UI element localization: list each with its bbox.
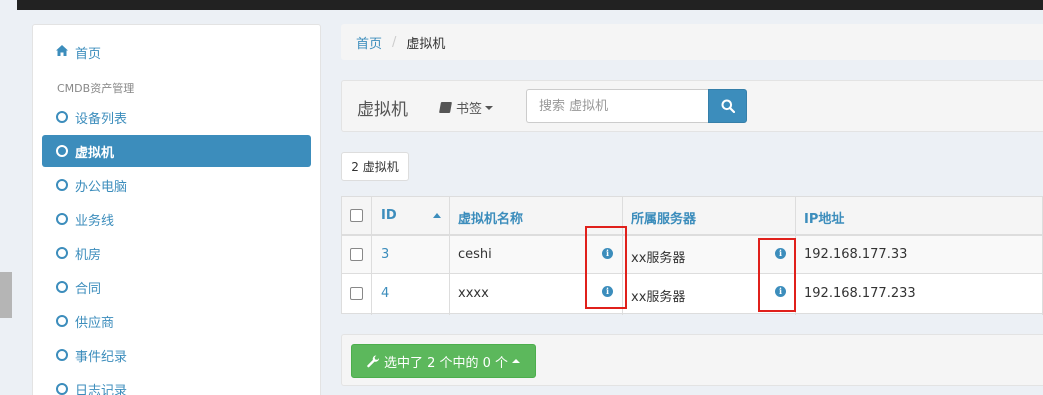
sidebar: 首页 CMDB资产管理 设备列表 虚拟机 办公电脑 业务线 机房 合同 供应商 … [32, 24, 321, 395]
wrench-icon [367, 354, 379, 367]
circle-icon [56, 145, 68, 157]
caret-up-icon [512, 359, 521, 363]
sidebar-item-label: 业务线 [75, 213, 115, 229]
sidebar-item-label: 事件纪录 [75, 349, 128, 365]
circle-icon [56, 315, 68, 327]
circle-icon [56, 179, 68, 191]
search-button[interactable] [708, 89, 747, 123]
home-icon [56, 45, 68, 59]
sidebar-item-label: 合同 [75, 281, 102, 297]
row-server: xx服务器 [631, 251, 686, 266]
table-header: ID 虚拟机名称 所属服务器 IP地址 [342, 197, 1043, 236]
row-name: xxxx [458, 286, 489, 301]
sidebar-item-office-pc[interactable]: 办公电脑 [42, 169, 311, 201]
bulk-action-button[interactable]: 选中了 2 个中的 0 个 [351, 344, 536, 378]
column-header-name[interactable]: 虚拟机名称 [458, 208, 523, 227]
sidebar-item-label: 办公电脑 [75, 179, 128, 195]
highlight-box [585, 226, 627, 309]
sidebar-item-supplier[interactable]: 供应商 [42, 305, 311, 337]
page-title: 虚拟机 [357, 100, 408, 120]
sidebar-item-logs[interactable]: 日志记录 [42, 373, 311, 395]
row-id-link[interactable]: 4 [381, 286, 389, 301]
bulk-action-bar: 选中了 2 个中的 0 个 [341, 334, 1043, 386]
sidebar-item-business-line[interactable]: 业务线 [42, 203, 311, 235]
sidebar-home-label: 首页 [75, 46, 102, 62]
row-checkbox[interactable] [350, 287, 363, 300]
sidebar-item-contract[interactable]: 合同 [42, 271, 311, 303]
breadcrumb: 首页 / 虚拟机 [341, 24, 1043, 60]
circle-icon [56, 383, 68, 395]
column-header-server[interactable]: 所属服务器 [631, 208, 696, 227]
book-icon [439, 102, 452, 113]
sidebar-item-home[interactable]: 首页 [42, 36, 311, 68]
circle-icon [56, 281, 68, 293]
bulk-action-label: 选中了 2 个中的 0 个 [383, 355, 509, 371]
search-icon [721, 99, 735, 113]
breadcrumb-separator: / [392, 34, 397, 50]
scrollbar-thumb[interactable] [0, 272, 12, 318]
row-ip: 192.168.177.33 [804, 247, 908, 262]
sidebar-item-device-list[interactable]: 设备列表 [42, 101, 311, 133]
table-row: 3 ceshi i xx服务器 i 192.168.177.33 [342, 236, 1043, 274]
sidebar-item-events[interactable]: 事件纪录 [42, 339, 311, 371]
column-header-id[interactable]: ID [381, 208, 397, 223]
sidebar-item-label: 设备列表 [75, 111, 128, 127]
sidebar-section-header: CMDB资产管理 [57, 82, 135, 95]
result-count-badge: 2 虚拟机 [341, 152, 409, 181]
row-name: ceshi [458, 247, 492, 262]
vm-table: ID 虚拟机名称 所属服务器 IP地址 3 ceshi i xx服务器 i 19… [341, 196, 1043, 315]
circle-icon [56, 111, 68, 123]
table-row: 4 xxxx i xx服务器 i 192.168.177.233 [342, 275, 1043, 313]
top-navbar [0, 0, 1043, 10]
sidebar-item-vm[interactable]: 虚拟机 [42, 135, 311, 167]
bookmark-dropdown[interactable]: 书签 [439, 98, 494, 117]
bookmark-label: 书签 [456, 102, 483, 117]
highlight-box [758, 238, 796, 312]
breadcrumb-current: 虚拟机 [406, 36, 446, 52]
sidebar-item-label: 日志记录 [75, 383, 128, 395]
circle-icon [56, 213, 68, 225]
row-ip: 192.168.177.233 [804, 286, 916, 301]
select-all-checkbox[interactable] [350, 209, 363, 222]
sidebar-item-idc[interactable]: 机房 [42, 237, 311, 269]
row-checkbox[interactable] [350, 248, 363, 261]
sidebar-item-label: 虚拟机 [75, 145, 115, 161]
row-id-link[interactable]: 3 [381, 247, 389, 262]
caret-down-icon [485, 105, 494, 110]
sidebar-item-label: 机房 [75, 247, 102, 263]
column-divider [449, 197, 450, 315]
row-server: xx服务器 [631, 290, 686, 305]
page-header: 虚拟机 书签 [341, 80, 1043, 132]
circle-icon [56, 349, 68, 361]
breadcrumb-home-link[interactable]: 首页 [356, 33, 382, 52]
circle-icon [56, 247, 68, 259]
search-input[interactable] [526, 89, 708, 123]
column-header-ip[interactable]: IP地址 [804, 208, 844, 227]
sidebar-item-label: 供应商 [75, 315, 115, 331]
sort-asc-icon[interactable] [433, 213, 441, 218]
column-divider [371, 197, 372, 315]
